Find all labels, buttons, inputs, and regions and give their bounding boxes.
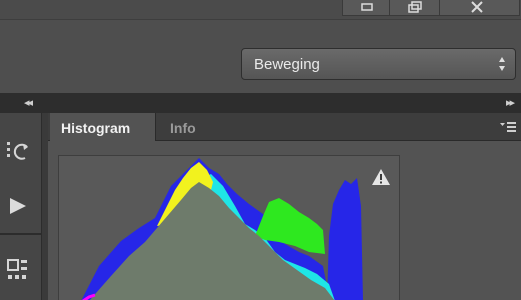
play-icon[interactable] (6, 196, 30, 216)
histogram-graph (81, 158, 363, 300)
minimize-icon (361, 3, 373, 11)
tab-info[interactable]: Info (170, 120, 196, 136)
tab-histogram-label: Histogram (61, 120, 131, 136)
minimize-button[interactable] (345, 0, 389, 15)
cache-warning-icon[interactable] (371, 168, 391, 186)
mode-select[interactable]: Beweging (241, 48, 516, 80)
panel-tab-bar: Histogram Info (48, 113, 521, 141)
updown-arrows-icon (499, 57, 505, 71)
tool-separator (0, 233, 42, 235)
restore-icon (408, 1, 422, 13)
restore-button[interactable] (393, 0, 437, 15)
history-brush-icon[interactable] (5, 138, 31, 166)
close-icon (471, 1, 483, 13)
tab-histogram[interactable]: Histogram (50, 113, 156, 141)
grid-tool-icon[interactable] (6, 256, 32, 286)
histogram-blue-channel-right (327, 178, 363, 300)
double-chevron-left-icon[interactable]: ◂◂ (24, 96, 33, 109)
mode-select-value: Beweging (254, 56, 320, 73)
window-controls (342, 0, 520, 16)
window-controls-divider (389, 0, 390, 15)
histogram-display (58, 155, 400, 300)
tool-column (0, 113, 42, 300)
window-controls-divider (439, 0, 440, 15)
close-button[interactable] (455, 0, 499, 15)
panel-dock-header: ◂◂ ▸▸ (0, 93, 521, 113)
panel-menu-icon[interactable] (499, 121, 517, 133)
double-chevron-right-icon[interactable]: ▸▸ (506, 96, 515, 109)
